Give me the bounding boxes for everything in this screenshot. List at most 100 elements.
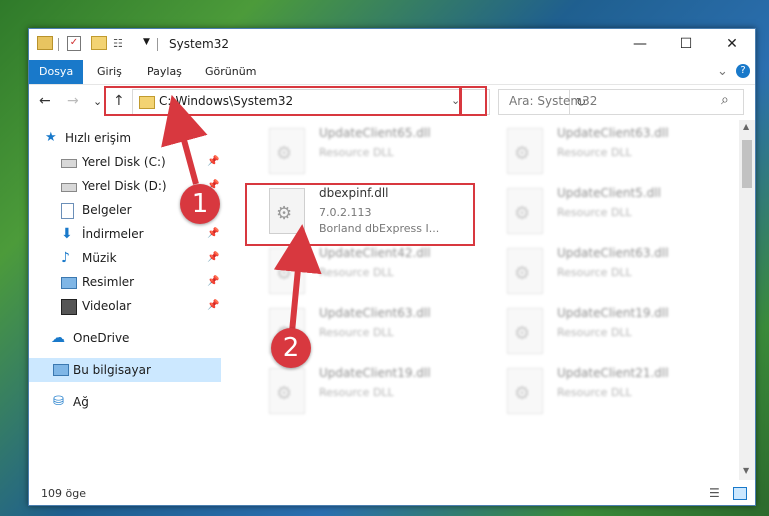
sidebar-item-label: İndirmeler [82, 227, 144, 241]
scrollbar-thumb[interactable] [742, 140, 752, 188]
pictures-icon [61, 277, 77, 289]
maximize-button[interactable]: ☐ [663, 29, 709, 60]
minimize-button[interactable]: — [617, 29, 663, 60]
file-name: UpdateClient19.dll [319, 366, 431, 380]
scroll-up-icon[interactable]: ▲ [743, 122, 749, 131]
window-title: System32 [169, 37, 230, 51]
sidebar-item-label: Belgeler [82, 203, 132, 217]
drive-icon [61, 183, 77, 192]
file-description: Resource DLL [319, 266, 394, 279]
star-icon: ★ [45, 130, 57, 145]
file-description: Resource DLL [557, 146, 632, 159]
sidebar-item-label: OneDrive [73, 331, 130, 345]
dll-file-icon: ⚙ [507, 128, 543, 174]
ribbon-expand-icon[interactable]: ⌄ [717, 60, 728, 84]
dll-file-icon: ⚙ [507, 188, 543, 234]
file-name: UpdateClient63.dll [319, 306, 431, 320]
pin-icon[interactable]: 📌 [207, 270, 219, 294]
tab-gorunum[interactable]: Görünüm [205, 60, 256, 84]
title-bar: ✓ ☷ ▼ System32 — ☐ ✕ [29, 29, 755, 60]
sidebar-item-local-disk-c[interactable]: Yerel Disk (C:) 📌 [29, 150, 221, 174]
file-description: Resource DLL [557, 206, 632, 219]
sidebar-item-label: Videolar [82, 299, 132, 313]
recent-locations-button[interactable]: ⌄ [93, 95, 102, 108]
gear-icon: ⚙ [514, 383, 531, 404]
close-button[interactable]: ✕ [709, 29, 755, 60]
view-icon[interactable]: ☷ [113, 37, 127, 50]
sidebar-item-music[interactable]: ♪ Müzik 📌 [29, 246, 221, 270]
file-item[interactable]: ⚙ UpdateClient5.dll Resource DLL [485, 184, 717, 242]
file-description: Resource DLL [319, 326, 394, 339]
new-folder-icon[interactable] [91, 36, 107, 50]
sidebar-item-videos[interactable]: Videolar 📌 [29, 294, 221, 318]
file-list: ⚙ UpdateClient65.dll Resource DLL ⚙ Upda… [223, 120, 737, 480]
file-name: UpdateClient65.dll [319, 126, 431, 140]
navigation-pane: ★ Hızlı erişim Yerel Disk (C:) 📌 Yerel D… [29, 120, 221, 480]
scroll-down-icon[interactable]: ▼ [743, 466, 749, 475]
file-item[interactable]: ⚙ UpdateClient42.dll Resource DLL [247, 244, 479, 302]
tab-giris[interactable]: Giriş [97, 60, 122, 84]
back-button[interactable]: ← [39, 93, 51, 109]
pin-icon[interactable]: 📌 [207, 246, 219, 270]
forward-button[interactable]: → [67, 93, 79, 109]
sidebar-item-network[interactable]: ⛁ Ağ [29, 390, 221, 414]
dll-file-icon: ⚙ [269, 248, 305, 294]
gear-icon: ⚙ [514, 203, 531, 224]
tab-dosya[interactable]: Dosya [29, 60, 84, 84]
sidebar-item-label: Resimler [82, 275, 135, 289]
step-2-badge: 2 [271, 328, 311, 368]
pin-icon[interactable]: 📌 [207, 150, 219, 174]
pin-icon[interactable]: 📌 [207, 294, 219, 318]
drive-icon [61, 159, 77, 168]
file-name: UpdateClient21.dll [557, 366, 669, 380]
videos-icon [61, 299, 77, 315]
file-item[interactable]: ⚙ UpdateClient65.dll Resource DLL [247, 124, 479, 182]
address-highlight [104, 86, 462, 116]
folder-icon[interactable] [37, 36, 53, 50]
sidebar-item-this-pc[interactable]: Bu bilgisayar [29, 358, 221, 382]
ribbon: Dosya Giriş Paylaş Görünüm ⌄ ? [29, 60, 755, 85]
file-description: Resource DLL [557, 266, 632, 279]
file-name: UpdateClient63.dll [557, 126, 669, 140]
file-item[interactable]: ⚙ UpdateClient63.dll Resource DLL [485, 124, 717, 182]
file-name: UpdateClient5.dll [557, 186, 661, 200]
file-item[interactable]: ⚙ UpdateClient19.dll Resource DLL [247, 364, 479, 422]
cloud-icon: ☁ [51, 330, 65, 346]
gear-icon: ⚙ [514, 143, 531, 164]
sidebar-item-downloads[interactable]: ⬇ İndirmeler 📌 [29, 222, 221, 246]
gear-icon: ⚙ [514, 323, 531, 344]
pin-icon[interactable]: 📌 [207, 222, 219, 246]
computer-icon [53, 364, 69, 376]
documents-icon [61, 203, 74, 219]
gear-icon: ⚙ [276, 143, 293, 164]
file-description: Resource DLL [319, 386, 394, 399]
sidebar-item-quick-access[interactable]: ★ Hızlı erişim [29, 126, 221, 150]
help-icon[interactable]: ? [736, 64, 750, 78]
sidebar-item-pictures[interactable]: Resimler 📌 [29, 270, 221, 294]
dll-file-icon: ⚙ [507, 248, 543, 294]
customize-quick-access-icon[interactable]: ▼ [143, 37, 150, 47]
sidebar-item-onedrive[interactable]: ☁ OneDrive [29, 326, 221, 350]
vertical-scrollbar[interactable]: ▲ ▼ [739, 120, 755, 480]
sidebar-item-label: Yerel Disk (D:) [82, 179, 167, 193]
file-item[interactable]: ⚙ UpdateClient19.dll Resource DLL [485, 304, 717, 362]
dll-file-icon: ⚙ [269, 128, 305, 174]
details-view-icon[interactable]: ☰ [709, 486, 720, 500]
search-input[interactable]: Ara: System32 [509, 94, 597, 108]
file-item[interactable]: ⚙ UpdateClient21.dll Resource DLL [485, 364, 717, 422]
file-item[interactable]: ⚙ UpdateClient63.dll Resource DLL [485, 244, 717, 302]
tab-paylas[interactable]: Paylaş [147, 60, 182, 84]
search-icon[interactable]: ⌕ [721, 92, 729, 108]
music-icon: ♪ [61, 250, 70, 266]
gear-icon: ⚙ [276, 383, 293, 404]
properties-icon[interactable]: ✓ [67, 36, 81, 51]
large-icons-view-icon[interactable] [733, 487, 747, 500]
refresh-highlight [459, 86, 487, 116]
file-highlight [245, 183, 475, 246]
gear-icon: ⚙ [514, 263, 531, 284]
item-count: 109 öge [41, 487, 86, 500]
sidebar-item-label: Bu bilgisayar [73, 363, 151, 377]
network-icon: ⛁ [53, 394, 64, 409]
search-box[interactable]: Ara: System32 ⌕ [498, 89, 744, 115]
dll-file-icon: ⚙ [507, 368, 543, 414]
